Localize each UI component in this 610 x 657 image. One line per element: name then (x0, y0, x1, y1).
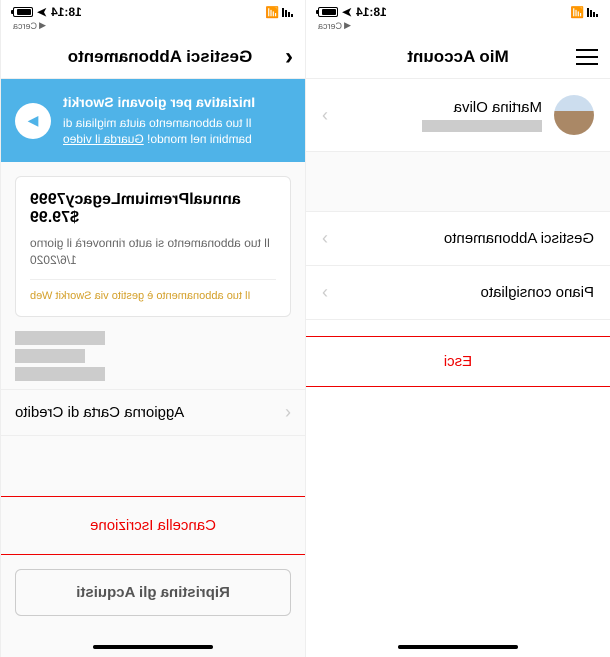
cancel-button[interactable]: Cancella Iscrizione (1, 496, 305, 555)
list-label: Piano consigliato (328, 284, 594, 301)
back-chevron-icon[interactable]: ‹ (285, 43, 293, 71)
redacted-block (1, 331, 305, 389)
status-time: 18:14 (51, 5, 82, 19)
signal-icon (282, 8, 293, 17)
battery-icon (13, 7, 33, 17)
chevron-right-icon: › (322, 228, 328, 249)
screen-account: 📶 18:14 ➤ ◀ Cerca Mio Account Martina Ol… (305, 0, 610, 657)
restore-button[interactable]: Ripristina gli Acquisti (15, 569, 291, 616)
play-icon[interactable]: ▶ (15, 103, 51, 139)
chevron-right-icon: › (322, 105, 328, 126)
section-gap (306, 152, 610, 212)
avatar (554, 95, 594, 135)
plan-sub: Il tuo abbonamento si auto rinnoverà il … (30, 235, 276, 269)
wifi-icon: 📶 (265, 6, 279, 19)
page-title: Gestisci Abbonamento (35, 47, 285, 67)
banner-title: Iniziativa per giovani Sworkit (63, 93, 291, 113)
breadcrumb-back-icon: ◀ (344, 20, 351, 31)
status-bar: 📶 18:14 ➤ (1, 0, 305, 20)
status-bar: 📶 18:14 ➤ (306, 0, 610, 20)
list-label: Gestisci Abbonamento (328, 230, 594, 247)
banner-sub: Il tuo abbonamento aiuta migliaia di bam… (63, 115, 291, 149)
signal-icon (587, 8, 598, 17)
plan-title: annualPremiumLegacy7999 $79.99 (30, 191, 276, 227)
update-card-row[interactable]: ‹ Aggiorna Carta di Credito (1, 389, 305, 436)
page-title: Mio Account (340, 47, 576, 67)
wifi-icon: 📶 (570, 6, 584, 19)
profile-name: Martina Oliva (340, 99, 542, 116)
profile-redacted (422, 120, 542, 132)
list-item-plan[interactable]: Piano consigliato › (306, 266, 610, 320)
logout-label: Esci (444, 353, 472, 370)
breadcrumb[interactable]: ◀ Cerca (1, 20, 305, 35)
breadcrumb-label: Cerca (13, 21, 37, 31)
home-indicator[interactable] (398, 645, 518, 649)
restore-label: Ripristina gli Acquisti (76, 584, 230, 601)
cancel-label: Cancella Iscrizione (90, 517, 216, 534)
battery-icon (318, 7, 338, 17)
hamburger-icon[interactable] (576, 49, 598, 65)
credit-label: Aggiorna Carta di Credito (15, 404, 285, 421)
logout-button[interactable]: Esci (306, 336, 610, 387)
status-time: 18:14 (356, 5, 387, 19)
header: ‹ Gestisci Abbonamento (1, 35, 305, 79)
chevron-right-icon: ‹ (285, 402, 291, 423)
home-indicator[interactable] (93, 645, 213, 649)
promo-banner[interactable]: Iniziativa per giovani Sworkit Il tuo ab… (1, 79, 305, 162)
list-item-subscription[interactable]: Gestisci Abbonamento › (306, 212, 610, 266)
banner-link[interactable]: Guarda il video (63, 132, 144, 146)
breadcrumb-label: Cerca (318, 21, 342, 31)
breadcrumb[interactable]: ◀ Cerca (306, 20, 610, 35)
screen-subscription: 📶 18:14 ➤ ◀ Cerca ‹ Gestisci Abbonamento… (0, 0, 305, 657)
breadcrumb-back-icon: ◀ (39, 20, 46, 31)
header: Mio Account (306, 35, 610, 79)
profile-row[interactable]: Martina Oliva › (306, 79, 610, 152)
plan-note: Il tuo abbonamento è gestito via Sworkit… (30, 279, 276, 302)
location-icon: ➤ (37, 5, 47, 19)
chevron-right-icon: › (322, 282, 328, 303)
location-icon: ➤ (342, 5, 352, 19)
subscription-card: annualPremiumLegacy7999 $79.99 Il tuo ab… (15, 176, 291, 317)
